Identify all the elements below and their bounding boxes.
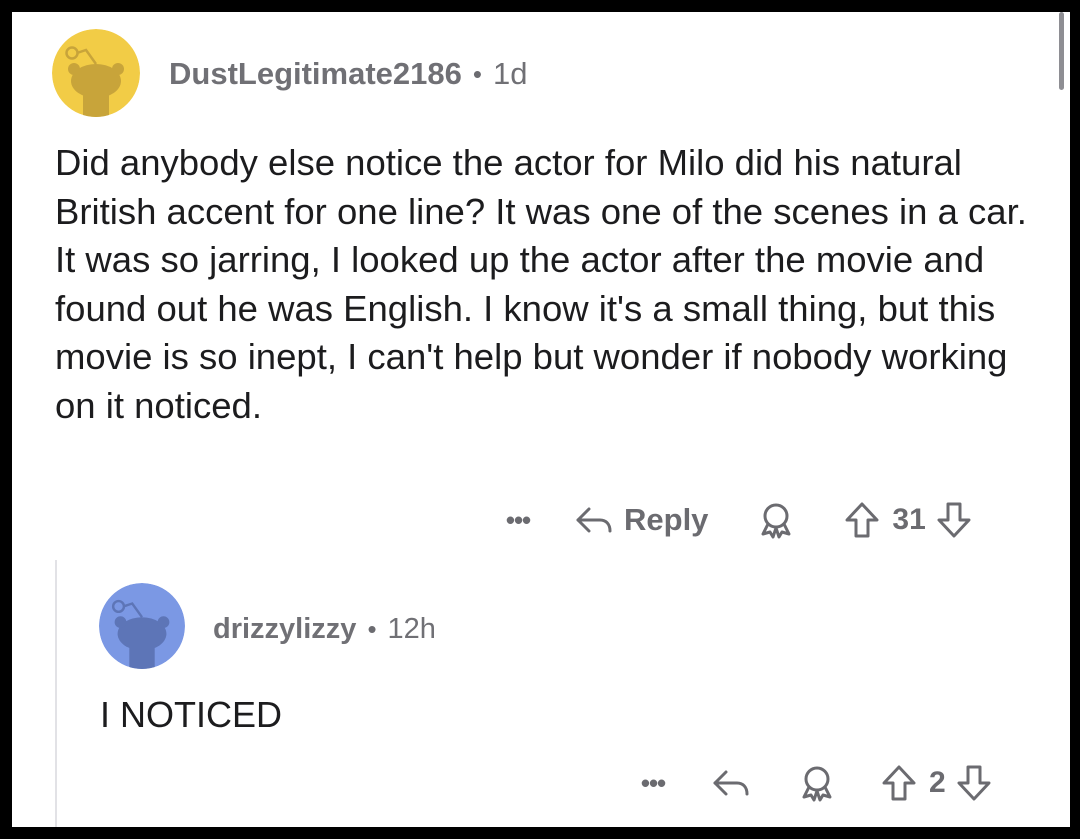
award-icon — [761, 503, 791, 539]
timestamp: 1d — [493, 56, 528, 91]
more-options-icon: ••• — [505, 504, 531, 535]
downvote-arrow-icon — [957, 765, 991, 801]
downvote-button[interactable] — [936, 501, 972, 539]
more-options-button[interactable]: ••• — [627, 768, 679, 799]
comment-actions: ••• 2 — [627, 760, 992, 806]
upvote-button[interactable] — [881, 764, 917, 802]
vote-score: 31 — [892, 503, 926, 536]
comment-meta: drizzylizzy • 12h — [213, 609, 436, 649]
upvote-arrow-icon — [845, 502, 879, 538]
more-options-icon: ••• — [640, 767, 666, 798]
username[interactable]: DustLegitimate2186 — [169, 56, 462, 92]
downvote-button[interactable] — [956, 764, 992, 802]
meta-separator: • — [472, 58, 482, 89]
comment-thread: DustLegitimate2186 • 1d Did anybody else… — [12, 12, 1070, 827]
meta-separator: • — [367, 613, 377, 644]
more-options-button[interactable]: ••• — [492, 505, 544, 536]
snoo-avatar-icon — [52, 29, 140, 117]
scrollbar[interactable] — [1059, 12, 1064, 90]
upvote-arrow-icon — [882, 765, 916, 801]
comment-meta: DustLegitimate2186 • 1d — [169, 52, 527, 96]
user-avatar[interactable] — [99, 583, 185, 669]
comment-body: Did anybody else notice the actor for Mi… — [55, 142, 1038, 426]
comment-body: I NOTICED — [100, 694, 283, 735]
reply-button[interactable]: Reply — [574, 502, 708, 538]
award-button[interactable] — [797, 763, 837, 803]
vote-score: 2 — [929, 766, 946, 799]
award-button[interactable] — [756, 500, 796, 540]
timestamp: 12h — [387, 612, 436, 645]
downvote-arrow-icon — [937, 502, 971, 538]
comment-actions: ••• Reply 31 — [492, 497, 972, 543]
reply-arrow-icon — [576, 507, 612, 533]
snoo-avatar-icon — [99, 583, 185, 669]
user-avatar[interactable] — [52, 29, 140, 117]
award-icon — [802, 766, 832, 802]
thread-line[interactable] — [55, 560, 57, 827]
reply-arrow-icon — [713, 770, 749, 796]
reply-label: Reply — [624, 502, 709, 537]
username[interactable]: drizzylizzy — [213, 613, 356, 646]
reply-button[interactable] — [711, 767, 751, 799]
upvote-button[interactable] — [844, 501, 880, 539]
